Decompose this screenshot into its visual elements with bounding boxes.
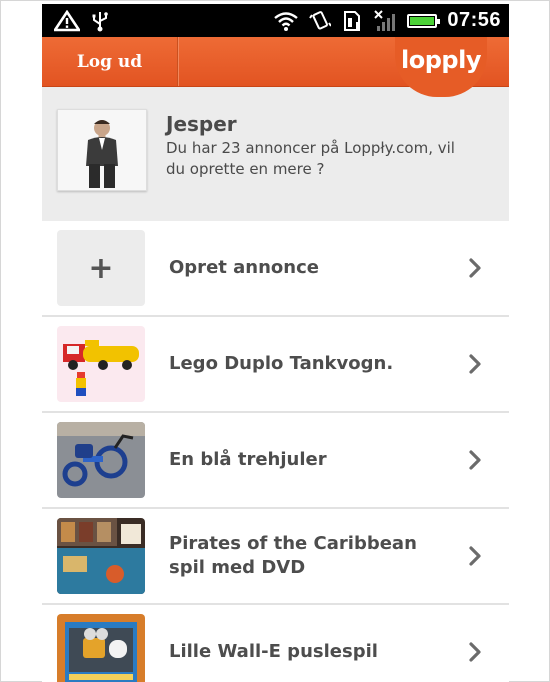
chevron-right-icon [469,258,481,278]
clock: 07:56 [447,9,501,31]
logout-button[interactable]: Log ud [42,37,178,86]
usb-icon [90,10,110,32]
tricycle-photo [57,422,145,498]
status-bar: 07:56 [42,4,509,37]
wifi-icon [273,11,299,31]
create-ad-item[interactable]: + Opret annonce [42,221,509,317]
app-header: Log ud lopply [42,37,509,97]
phone-screen: 07:56 Log ud lopply Jesper Du har 23 ann… [42,4,509,682]
avatar-photo [58,110,146,190]
item-thumbnail [57,422,145,498]
sd-card-icon [341,10,363,32]
item-thumbnail [57,614,145,682]
list-item-title: Lille Wall-E puslespil [169,641,378,662]
list-item[interactable]: Pirates of the Caribbean spil med DVD [42,509,509,605]
list-item[interactable]: Lille Wall-E puslespil [42,605,509,682]
list-item[interactable]: Lego Duplo Tankvogn. [42,317,509,413]
chevron-right-icon [469,354,481,374]
profile-message: Du har 23 annoncer på Loppły.com, vil du… [166,139,455,178]
profile-name: Jesper [166,112,237,136]
profile-section: Jesper Du har 23 annoncer på Loppły.com,… [42,87,509,221]
list-item[interactable]: En blå trehjuler [42,413,509,509]
add-thumbnail: + [57,230,145,306]
puzzle-photo [57,614,145,682]
vibrate-icon [309,10,332,32]
battery-icon [407,13,441,28]
add-icon: + [88,250,114,286]
list-item-title: En blå trehjuler [169,449,327,470]
warning-icon [54,9,80,32]
item-thumbnail [57,326,145,402]
item-thumbnail [57,518,145,594]
chevron-right-icon [469,546,481,566]
no-signal-icon [373,9,397,32]
chevron-right-icon [469,450,481,470]
list-item-title: Lego Duplo Tankvogn. [169,353,394,374]
list-item-title: Opret annonce [169,257,319,278]
avatar [57,109,147,191]
chevron-right-icon [469,642,481,662]
lego-truck-photo [57,326,145,402]
ad-list: + Opret annonce Lego Duplo Tankvogn. En … [42,221,509,682]
list-item-title: Pirates of the Caribbean spil med DVD [169,533,417,578]
board-game-photo [57,518,145,594]
